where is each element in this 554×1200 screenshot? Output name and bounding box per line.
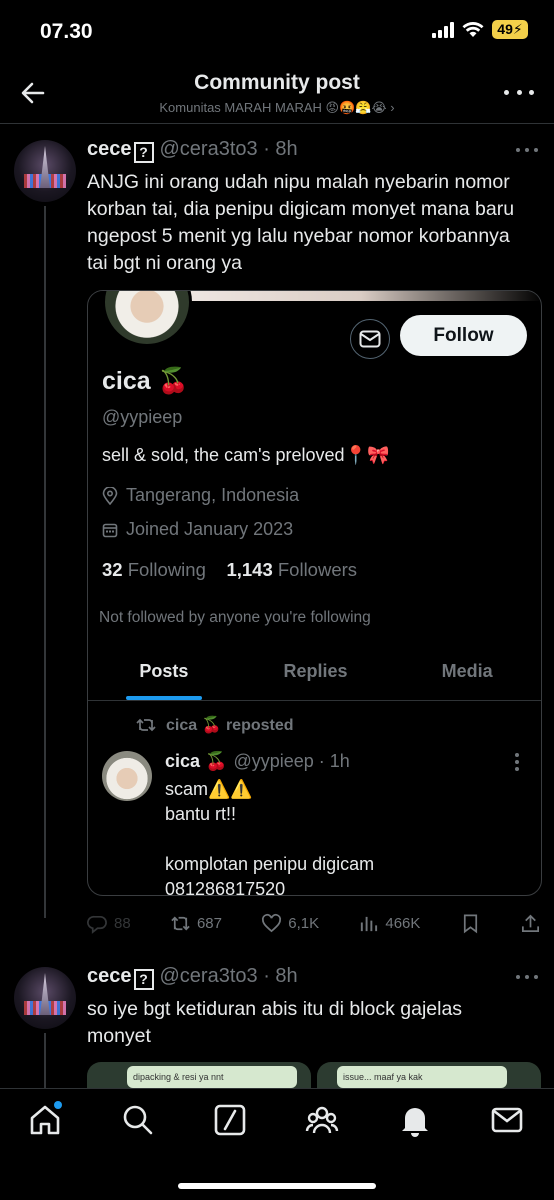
followers-label: Followers: [277, 559, 358, 580]
calendar-icon: [102, 523, 118, 537]
reply-count: 88: [114, 914, 131, 932]
profile-tabs: Posts Replies Media: [88, 647, 541, 701]
status-bar: 07.30 49⚡: [0, 0, 554, 62]
inner-more-icon: [515, 753, 519, 771]
profile-location: Tangerang, Indonesia: [102, 485, 299, 506]
following-count: 32: [102, 559, 123, 580]
communities-icon[interactable]: [305, 1103, 339, 1137]
profile-handle: @yypieep: [102, 407, 183, 427]
avatar[interactable]: [14, 967, 76, 1029]
repost-label: cica 🍒 reposted: [166, 717, 294, 734]
bookmark-button[interactable]: [460, 913, 481, 934]
chat-bubble-text: issue... maaf ya kak: [337, 1066, 507, 1088]
views-count: 466K: [385, 914, 421, 932]
following-label: Following: [127, 559, 206, 580]
profile-card-media[interactable]: Follow cica 🍒 @yypieep sell & sold, the …: [87, 290, 542, 896]
like-button[interactable]: 6,1K: [261, 913, 319, 934]
repost-indicator: cica 🍒 reposted: [136, 715, 294, 735]
post-text: so iye bgt ketiduran abis itu di block g…: [87, 998, 463, 1047]
notification-dot: [54, 1101, 62, 1109]
avatar[interactable]: [14, 140, 76, 202]
notifications-bell-icon[interactable]: [398, 1103, 432, 1137]
heart-icon: [262, 913, 282, 932]
inner-post-text: scam⚠️⚠️ bantu rt!! komplotan penipu dig…: [165, 779, 375, 896]
author-handle: @cera3to3 · 8h: [159, 138, 298, 160]
wifi-icon: [462, 22, 484, 37]
profile-bio: sell & sold, the cam's preloved📍🎀: [102, 445, 390, 465]
status-time: 07.30: [40, 20, 93, 43]
post-actions: 88 687 6,1K 466K: [87, 906, 541, 940]
share-button[interactable]: [520, 913, 541, 934]
battery-level: 49: [497, 21, 513, 37]
views-button[interactable]: 466K: [358, 913, 420, 934]
reply-icon: [87, 915, 107, 934]
battery-indicator: 49⚡: [492, 20, 528, 39]
profile-name: cica 🍒: [102, 367, 189, 395]
more-options-icon[interactable]: [504, 82, 534, 102]
location-text: Tangerang, Indonesia: [126, 485, 300, 505]
inner-author-handle: @yypieep · 1h: [233, 751, 350, 771]
tab-posts: Posts: [88, 647, 240, 700]
post-text: ANJG ini orang udah nipu malah nyebarin …: [87, 171, 515, 274]
signal-icon: [432, 21, 454, 38]
post-more-icon[interactable]: [516, 975, 538, 979]
author-handle: @cera3to3 · 8h: [159, 965, 298, 987]
tab-replies: Replies: [283, 661, 348, 681]
profile-stats: 32 Following 1,143 Followers: [102, 559, 357, 581]
thread-line: [44, 1033, 46, 1093]
status-icons: 49⚡: [432, 20, 528, 39]
profile-avatar: [102, 291, 192, 347]
repost-button[interactable]: 687: [170, 913, 222, 934]
community-link[interactable]: Komunitas MARAH MARAH 😡🤬😤😭 ›: [0, 100, 554, 116]
share-icon: [521, 914, 539, 932]
repost-icon: [136, 718, 156, 732]
location-pin-icon: [102, 486, 118, 505]
top-header: Community post Komunitas MARAH MARAH 😡🤬😤…: [0, 62, 554, 124]
inner-author-name: cica 🍒: [165, 751, 228, 771]
like-count: 6,1K: [288, 914, 320, 932]
repost-icon: [171, 916, 190, 930]
views-icon: [361, 916, 378, 931]
post-header: cece? @cera3to3 · 8h: [87, 138, 298, 163]
placeholder-glyph-badge: ?: [133, 969, 154, 990]
inner-avatar: [102, 751, 152, 801]
chat-bubble-text: dipacking & resi ya nnt: [127, 1066, 297, 1088]
page-title: Community post: [194, 71, 360, 94]
inner-post-header: cica 🍒 @yypieep · 1h: [165, 751, 350, 772]
search-icon[interactable]: [121, 1103, 155, 1137]
thread-line: [44, 206, 46, 918]
profile-joined: Joined January 2023: [102, 519, 293, 540]
author-name[interactable]: cece: [87, 138, 132, 160]
home-indicator[interactable]: [178, 1183, 376, 1189]
message-icon: [350, 319, 390, 359]
bookmark-icon: [463, 914, 477, 933]
tab-media: Media: [441, 661, 493, 681]
grok-icon[interactable]: [213, 1103, 247, 1137]
post-more-icon[interactable]: [516, 148, 538, 152]
post-header: cece? @cera3to3 · 8h: [87, 965, 298, 990]
reply-button[interactable]: 88: [87, 913, 131, 934]
messages-icon[interactable]: [490, 1103, 524, 1137]
followed-by-note: Not followed by anyone you're following: [99, 609, 371, 626]
followers-count: 1,143: [226, 559, 273, 580]
repost-count: 687: [196, 914, 222, 932]
placeholder-glyph-badge: ?: [133, 142, 154, 163]
author-name[interactable]: cece: [87, 965, 132, 987]
follow-button: Follow: [400, 315, 527, 356]
joined-text: Joined January 2023: [126, 519, 294, 539]
